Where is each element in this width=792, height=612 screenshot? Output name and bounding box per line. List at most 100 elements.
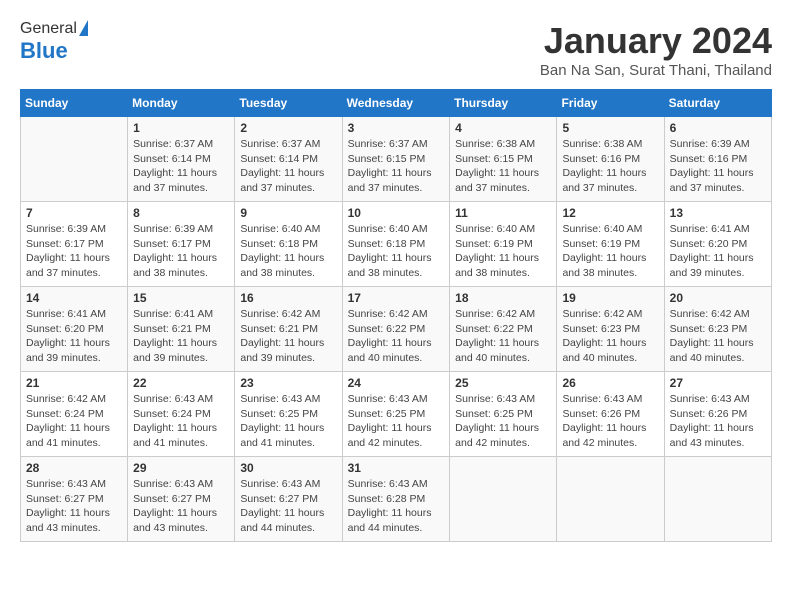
day-number: 27 (670, 376, 766, 390)
header-thursday: Thursday (450, 90, 557, 117)
day-number: 30 (240, 461, 336, 475)
day-info: Sunrise: 6:42 AMSunset: 6:24 PMDaylight:… (26, 392, 122, 451)
calendar-cell: 7Sunrise: 6:39 AMSunset: 6:17 PMDaylight… (21, 202, 128, 287)
day-info: Sunrise: 6:43 AMSunset: 6:28 PMDaylight:… (348, 477, 445, 536)
day-number: 17 (348, 291, 445, 305)
day-info: Sunrise: 6:42 AMSunset: 6:22 PMDaylight:… (348, 307, 445, 366)
header-saturday: Saturday (664, 90, 771, 117)
calendar-cell: 5 Sunrise: 6:38 AMSunset: 6:16 PMDaylight… (557, 117, 664, 202)
calendar-cell: 6 Sunrise: 6:39 AMSunset: 6:16 PMDaylight… (664, 117, 771, 202)
header-friday: Friday (557, 90, 664, 117)
calendar-cell: 19 Sunrise: 6:42 AMSunset: 6:23 PMDayligh… (557, 287, 664, 372)
calendar-week-row: 21 Sunrise: 6:42 AMSunset: 6:24 PMDayligh… (21, 372, 772, 457)
calendar-cell (21, 117, 128, 202)
calendar-cell: 16 Sunrise: 6:42 AMSunset: 6:21 PMDayligh… (235, 287, 342, 372)
day-info: Sunrise: 6:40 AMSunset: 6:19 PMDaylight:… (455, 222, 551, 281)
calendar-week-row: 14 Sunrise: 6:41 AMSunset: 6:20 PMDayligh… (21, 287, 772, 372)
day-number: 4 (455, 121, 551, 135)
calendar-cell: 22 Sunrise: 6:43 AMSunset: 6:24 PMDayligh… (128, 372, 235, 457)
logo-blue-text: Blue (20, 38, 68, 64)
calendar-cell: 28 Sunrise: 6:43 AMSunset: 6:27 PMDayligh… (21, 457, 128, 542)
calendar-cell: 20 Sunrise: 6:42 AMSunset: 6:23 PMDayligh… (664, 287, 771, 372)
day-info: Sunrise: 6:41 AMSunset: 6:21 PMDaylight:… (133, 307, 229, 366)
day-info: Sunrise: 6:37 AMSunset: 6:14 PMDaylight:… (133, 137, 229, 196)
day-number: 15 (133, 291, 229, 305)
logo: General Blue (20, 20, 88, 64)
calendar-cell: 3 Sunrise: 6:37 AMSunset: 6:15 PMDaylight… (342, 117, 450, 202)
calendar-week-row: 1 Sunrise: 6:37 AMSunset: 6:14 PMDaylight… (21, 117, 772, 202)
day-info: Sunrise: 6:43 AMSunset: 6:27 PMDaylight:… (133, 477, 229, 536)
day-info: Sunrise: 6:43 AMSunset: 6:24 PMDaylight:… (133, 392, 229, 451)
day-info: Sunrise: 6:41 AMSunset: 6:20 PMDaylight:… (670, 222, 766, 281)
header-monday: Monday (128, 90, 235, 117)
calendar-cell: 9 Sunrise: 6:40 AMSunset: 6:18 PMDaylight… (235, 202, 342, 287)
calendar-cell: 8 Sunrise: 6:39 AMSunset: 6:17 PMDaylight… (128, 202, 235, 287)
day-number: 9 (240, 206, 336, 220)
calendar-cell: 23 Sunrise: 6:43 AMSunset: 6:25 PMDayligh… (235, 372, 342, 457)
header-row: Sunday Monday Tuesday Wednesday Thursday… (21, 90, 772, 117)
day-info: Sunrise: 6:43 AMSunset: 6:26 PMDaylight:… (562, 392, 658, 451)
calendar-cell: 14 Sunrise: 6:41 AMSunset: 6:20 PMDayligh… (21, 287, 128, 372)
day-info: Sunrise: 6:43 AMSunset: 6:25 PMDaylight:… (240, 392, 336, 451)
day-number: 28 (26, 461, 122, 475)
day-info: Sunrise: 6:43 AMSunset: 6:25 PMDaylight:… (348, 392, 445, 451)
day-number: 21 (26, 376, 122, 390)
calendar-title: January 2024 (540, 20, 772, 62)
day-info: Sunrise: 6:40 AMSunset: 6:18 PMDaylight:… (348, 222, 445, 281)
day-number: 26 (562, 376, 658, 390)
day-number: 24 (348, 376, 445, 390)
calendar-cell: 2 Sunrise: 6:37 AMSunset: 6:14 PMDaylight… (235, 117, 342, 202)
day-number: 3 (348, 121, 445, 135)
day-number: 29 (133, 461, 229, 475)
day-info: Sunrise: 6:42 AMSunset: 6:21 PMDaylight:… (240, 307, 336, 366)
day-number: 16 (240, 291, 336, 305)
logo-triangle-icon (79, 20, 88, 36)
day-number: 13 (670, 206, 766, 220)
day-info: Sunrise: 6:42 AMSunset: 6:23 PMDaylight:… (562, 307, 658, 366)
day-number: 23 (240, 376, 336, 390)
calendar-cell: 1 Sunrise: 6:37 AMSunset: 6:14 PMDaylight… (128, 117, 235, 202)
page-header: General Blue January 2024 Ban Na San, Su… (20, 20, 772, 79)
calendar-cell: 15 Sunrise: 6:41 AMSunset: 6:21 PMDayligh… (128, 287, 235, 372)
calendar-cell: 27 Sunrise: 6:43 AMSunset: 6:26 PMDayligh… (664, 372, 771, 457)
calendar-cell: 31Sunrise: 6:43 AMSunset: 6:28 PMDayligh… (342, 457, 450, 542)
day-number: 10 (348, 206, 445, 220)
day-info: Sunrise: 6:40 AMSunset: 6:19 PMDaylight:… (562, 222, 658, 281)
day-info: Sunrise: 6:43 AMSunset: 6:26 PMDaylight:… (670, 392, 766, 451)
day-info: Sunrise: 6:43 AMSunset: 6:27 PMDaylight:… (26, 477, 122, 536)
day-number: 25 (455, 376, 551, 390)
calendar-cell (664, 457, 771, 542)
day-info: Sunrise: 6:43 AMSunset: 6:27 PMDaylight:… (240, 477, 336, 536)
day-number: 20 (670, 291, 766, 305)
day-info: Sunrise: 6:41 AMSunset: 6:20 PMDaylight:… (26, 307, 122, 366)
calendar-cell: 25Sunrise: 6:43 AMSunset: 6:25 PMDayligh… (450, 372, 557, 457)
day-number: 6 (670, 121, 766, 135)
day-info: Sunrise: 6:38 AMSunset: 6:16 PMDaylight:… (562, 137, 658, 196)
logo-general-text: General (20, 20, 77, 38)
day-info: Sunrise: 6:37 AMSunset: 6:15 PMDaylight:… (348, 137, 445, 196)
day-number: 8 (133, 206, 229, 220)
day-number: 7 (26, 206, 122, 220)
day-number: 5 (562, 121, 658, 135)
calendar-cell: 13 Sunrise: 6:41 AMSunset: 6:20 PMDayligh… (664, 202, 771, 287)
calendar-cell: 4Sunrise: 6:38 AMSunset: 6:15 PMDaylight… (450, 117, 557, 202)
calendar-cell (557, 457, 664, 542)
calendar-cell: 30 Sunrise: 6:43 AMSunset: 6:27 PMDayligh… (235, 457, 342, 542)
day-number: 14 (26, 291, 122, 305)
day-number: 22 (133, 376, 229, 390)
day-number: 12 (562, 206, 658, 220)
day-info: Sunrise: 6:40 AMSunset: 6:18 PMDaylight:… (240, 222, 336, 281)
day-number: 19 (562, 291, 658, 305)
day-info: Sunrise: 6:39 AMSunset: 6:17 PMDaylight:… (133, 222, 229, 281)
day-number: 1 (133, 121, 229, 135)
calendar-cell: 12 Sunrise: 6:40 AMSunset: 6:19 PMDayligh… (557, 202, 664, 287)
day-number: 2 (240, 121, 336, 135)
day-number: 11 (455, 206, 551, 220)
day-info: Sunrise: 6:39 AMSunset: 6:16 PMDaylight:… (670, 137, 766, 196)
day-info: Sunrise: 6:42 AMSunset: 6:23 PMDaylight:… (670, 307, 766, 366)
header-tuesday: Tuesday (235, 90, 342, 117)
day-info: Sunrise: 6:37 AMSunset: 6:14 PMDaylight:… (240, 137, 336, 196)
header-sunday: Sunday (21, 90, 128, 117)
calendar-cell: 11 Sunrise: 6:40 AMSunset: 6:19 PMDayligh… (450, 202, 557, 287)
calendar-week-row: 28 Sunrise: 6:43 AMSunset: 6:27 PMDayligh… (21, 457, 772, 542)
